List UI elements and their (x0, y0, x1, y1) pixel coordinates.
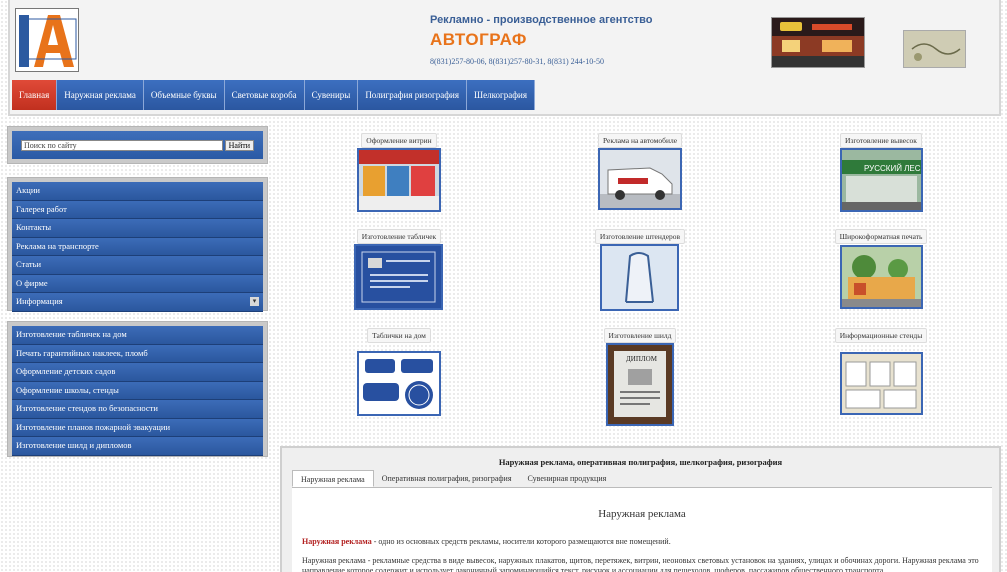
gallery-item-wide-print: Широкоформатная печать (821, 229, 941, 244)
menu-item-transport-ads[interactable]: Реклама на транспорте (12, 237, 263, 256)
menu-item-information[interactable]: Информация ▾ (12, 293, 263, 312)
gallery-item-signboards: Изготовление вывесок (821, 133, 941, 148)
gallery-label[interactable]: Изготовление шилд (603, 328, 677, 343)
gallery-thumb-plates[interactable] (354, 244, 443, 310)
thumb-sign-text: РУССКИЙ ЛЕС (864, 164, 921, 173)
gallery-label[interactable]: Широкоформатная печать (834, 229, 928, 244)
gallery-thumb-a-stands[interactable] (600, 244, 679, 311)
menu-item-evacuation-plans[interactable]: Изготовление планов пожарной эвакуации (12, 418, 263, 437)
menu-item-kindergartens[interactable]: Оформление детских садов (12, 363, 263, 382)
agency-name: Рекламно - производственное агентство (430, 14, 653, 26)
content-tabs: Наружная реклама Оперативная полиграфия,… (292, 470, 992, 488)
chevron-down-icon[interactable]: ▾ (250, 297, 259, 306)
nav-item-outdoor-ads[interactable]: Наружная реклама (57, 80, 144, 110)
gallery-thumb-info-stands[interactable] (840, 352, 923, 415)
side-menu-services: Изготовление табличек на дом Печать гара… (7, 321, 268, 457)
gallery-item-plates: Изготовление табличек (339, 229, 459, 244)
gallery-label[interactable]: Информационные стенды (834, 328, 928, 343)
menu-item-label: Контакты (16, 222, 52, 232)
menu-item-school-stands[interactable]: Оформление школы, стенды (12, 381, 263, 400)
search-button[interactable]: Найти (224, 139, 254, 151)
menu-item-label: Изготовление шилд и дипломов (16, 440, 132, 450)
gallery-thumb-house-plates[interactable] (357, 351, 441, 416)
header-photo-storefront (771, 17, 865, 68)
menu-item-label: О фирме (16, 277, 48, 288)
menu-item-warranty-stickers[interactable]: Печать гарантийных наклеек, пломб (12, 344, 263, 363)
menu-item-label: Изготовление табличек на дом (16, 329, 127, 339)
gallery-thumb-car-ads[interactable] (598, 148, 682, 210)
menu-item-label: Галерея работ (16, 203, 67, 214)
menu-item-label: Оформление школы, стенды (16, 384, 119, 395)
nav-item-light-boxes[interactable]: Световые короба (224, 80, 305, 110)
header-photo-sign (903, 30, 966, 68)
menu-item-about[interactable]: О фирме (12, 274, 263, 293)
menu-item-label: Реклама на транспорте (16, 240, 99, 251)
main-nav: Главная Наружная реклама Объемные буквы … (12, 80, 535, 110)
search-panel: Найти (7, 126, 268, 164)
site-header: Рекламно - производственное агентство АВ… (8, 0, 1001, 116)
paragraph-intro: Наружная реклама - одно из основных сред… (302, 537, 671, 546)
menu-item-label: Изготовление стендов по безопасности (16, 403, 158, 413)
section-heading: Наружная реклама (598, 508, 686, 520)
highlight-term: Наружная реклама (302, 537, 372, 546)
menu-item-gallery[interactable]: Галерея работ (12, 200, 263, 219)
paragraph-text: - одно из основных средств рекламы, носи… (371, 537, 671, 546)
nav-item-souvenirs[interactable]: Сувениры (304, 80, 359, 110)
gallery-label[interactable]: Изготовление вывесок (840, 133, 922, 148)
nav-item-volume-letters[interactable]: Объемные буквы (143, 80, 225, 110)
menu-item-articles[interactable]: Статьи (12, 256, 263, 275)
menu-item-house-plates[interactable]: Изготовление табличек на дом (12, 326, 263, 345)
menu-item-label: Акции (16, 185, 40, 195)
gallery-thumb-signboards[interactable]: РУССКИЙ ЛЕС (840, 148, 923, 212)
gallery-label[interactable]: Таблички на дом (367, 328, 431, 343)
tab-printing[interactable]: Оперативная полиграфия, ризография (374, 470, 520, 487)
gallery-label[interactable]: Оформление витрин (361, 133, 437, 148)
gallery-label[interactable]: Изготовление табличек (356, 229, 442, 244)
brand-name: АВТОГРАФ (430, 30, 527, 49)
thumb-diploma-text: ДИПЛОМ (626, 355, 658, 363)
paragraph-body: Наружная реклама - рекламные средства в … (302, 556, 979, 572)
nav-item-home[interactable]: Главная (12, 80, 58, 110)
gallery-item-plaques: Изготовление шилд (580, 328, 700, 343)
gallery-thumb-wide-print[interactable] (840, 245, 923, 309)
gallery-label[interactable]: Изготовление штендеров (594, 229, 686, 244)
search-input[interactable] (21, 139, 223, 151)
gallery-item-info-stands: Информационные стенды (821, 328, 941, 343)
gallery-item-shop-windows: Оформление витрин (339, 133, 459, 148)
site-logo[interactable] (15, 8, 79, 72)
content-title: Наружная реклама, оперативная полиграфия… (498, 457, 783, 467)
gallery-item-a-stands: Изготовление штендеров (580, 229, 700, 244)
tab-panel: Наружная реклама Наружная реклама - одно… (292, 488, 992, 572)
nav-item-printing[interactable]: Полиграфия ризография (358, 80, 468, 110)
search-bar: Найти (12, 131, 263, 159)
side-menu-main: Акции Галерея работ Контакты Реклама на … (7, 177, 268, 312)
menu-item-label: Статьи (16, 259, 42, 269)
menu-item-plaques-diplomas[interactable]: Изготовление шилд и дипломов (12, 437, 263, 456)
menu-item-label: Печать гарантийных наклеек, пломб (16, 347, 148, 358)
tab-souvenirs[interactable]: Сувенирная продукция (520, 470, 615, 487)
menu-item-safety-stands[interactable]: Изготовление стендов по безопасности (12, 400, 263, 419)
nav-item-screen-printing[interactable]: Шелкография (467, 80, 535, 110)
contact-phones: 8(831)257-80-06, 8(831)257-80-31, 8(831)… (430, 57, 604, 66)
gallery-thumb-plaques[interactable]: ДИПЛОМ (606, 343, 674, 426)
tab-outdoor-ads[interactable]: Наружная реклама (292, 470, 374, 487)
gallery-label[interactable]: Реклама на автомобиле (597, 133, 683, 148)
content-section: Наружная реклама, оперативная полиграфия… (280, 446, 1001, 572)
gallery-thumb-shop-windows[interactable] (357, 148, 441, 212)
menu-item-contacts[interactable]: Контакты (12, 219, 263, 238)
gallery-item-car-ads: Реклама на автомобиле (580, 133, 700, 148)
menu-item-label: Изготовление планов пожарной эвакуации (16, 421, 171, 432)
gallery-item-house-plates: Таблички на дом (339, 328, 459, 343)
menu-item-promotions[interactable]: Акции (12, 182, 263, 201)
menu-item-label: Оформление детских садов (16, 366, 116, 376)
menu-item-label: Информация (16, 296, 63, 306)
